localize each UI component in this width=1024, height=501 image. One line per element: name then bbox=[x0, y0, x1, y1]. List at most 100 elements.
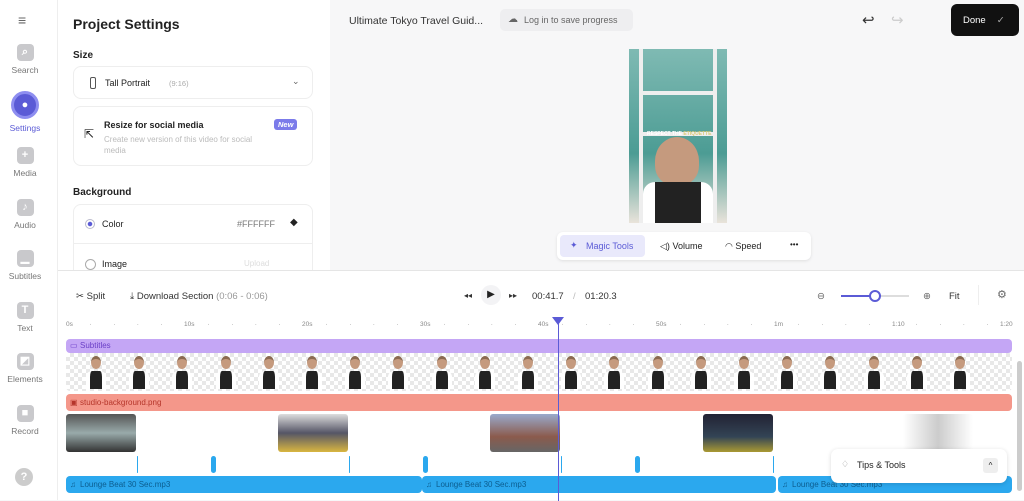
menu-icon[interactable]: ≡ bbox=[18, 12, 26, 28]
upload-button[interactable]: Upload bbox=[244, 259, 269, 268]
magic-tools-button[interactable]: ✦ Magic Tools bbox=[560, 235, 645, 257]
undo-icon[interactable]: ↩ bbox=[862, 11, 875, 29]
scrollbar[interactable] bbox=[1017, 361, 1022, 491]
keyframe-marker[interactable] bbox=[635, 456, 640, 473]
more-options-button[interactable]: ••• bbox=[790, 240, 798, 249]
presenter-frame bbox=[906, 353, 927, 390]
sidebar-item-subtitles[interactable]: ▁ Subtitles bbox=[0, 250, 50, 281]
presenter-frame bbox=[215, 353, 236, 390]
zoom-slider[interactable] bbox=[841, 290, 909, 302]
fit-button[interactable]: Fit bbox=[949, 291, 960, 302]
cloud-off-icon: ☁ bbox=[508, 14, 518, 25]
tips-tools-panel[interactable]: ♢ Tips & Tools ^ bbox=[831, 449, 1007, 483]
ruler-minor-tick: · bbox=[231, 321, 234, 328]
check-icon: ✓ bbox=[996, 15, 1005, 26]
chevron-up-icon[interactable]: ^ bbox=[983, 458, 998, 473]
keyframe-marker[interactable] bbox=[773, 456, 774, 473]
image-label: Image bbox=[102, 259, 128, 269]
presenter-frame bbox=[690, 353, 711, 390]
ruler-minor-tick: · bbox=[608, 321, 611, 328]
keyframe-marker[interactable] bbox=[137, 456, 138, 473]
keyframe-marker[interactable] bbox=[561, 456, 562, 473]
zoom-slider-handle[interactable] bbox=[869, 290, 881, 302]
settings-gear-icon[interactable]: ⚙ bbox=[997, 288, 1007, 301]
background-image-track[interactable]: ▣ studio-background.png bbox=[66, 394, 1012, 411]
sidebar: ≡ ⌕ Search ● Settings + Media ♪ Audio ▁ Subtitles… bbox=[0, 0, 58, 500]
download-section-button[interactable]: ⤓ Download Section (0:06 - 0:06) bbox=[130, 291, 268, 302]
sidebar-item-search[interactable]: ⌕ Search bbox=[0, 44, 50, 75]
play-button[interactable]: ▶ bbox=[481, 285, 501, 305]
ruler-tick-label: 1:20 bbox=[1000, 321, 1013, 328]
ruler-tick-label: 40s bbox=[538, 321, 549, 328]
music-note-icon: ♫ bbox=[70, 480, 76, 489]
ruler-minor-tick: · bbox=[278, 321, 281, 328]
project-title[interactable]: Ultimate Tokyo Travel Guid... bbox=[349, 15, 483, 27]
paint-bucket-icon[interactable]: ◆ bbox=[290, 217, 298, 228]
presenter-frame bbox=[518, 353, 538, 390]
resize-icon: ⇱ bbox=[84, 127, 95, 141]
presenter-frame bbox=[604, 353, 625, 390]
presenter-frame bbox=[863, 353, 884, 390]
redo-icon[interactable]: ↪ bbox=[891, 11, 904, 29]
rewind-button[interactable]: ◂◂ bbox=[464, 291, 472, 300]
sidebar-item-text[interactable]: T Text bbox=[0, 301, 50, 333]
speed-button[interactable]: ◠ Speed bbox=[725, 241, 761, 252]
sidebar-item-elements[interactable]: ◩ Elements bbox=[0, 353, 50, 384]
presenter-frame bbox=[388, 353, 409, 390]
audio-clip[interactable]: ♫ Lounge Beat 30 Sec.mp3 bbox=[66, 476, 422, 493]
size-ratio: (9:16) bbox=[169, 79, 189, 88]
playhead[interactable] bbox=[552, 317, 565, 501]
audio-clip-label: Lounge Beat 30 Sec.mp3 bbox=[436, 480, 527, 489]
zoom-out-icon[interactable]: ⊖ bbox=[817, 291, 825, 302]
size-label: Size bbox=[73, 50, 94, 61]
volume-button[interactable]: ◁) Volume bbox=[660, 241, 702, 252]
color-value[interactable]: #FFFFFF bbox=[237, 219, 275, 229]
keyframe-marker[interactable] bbox=[211, 456, 216, 473]
ruler-tick-label: 30s bbox=[420, 321, 431, 328]
elements-icon: ◩ bbox=[16, 353, 34, 370]
search-icon: ⌕ bbox=[16, 44, 34, 61]
sidebar-item-settings[interactable]: ● Settings bbox=[0, 91, 50, 133]
video-clip[interactable] bbox=[66, 414, 136, 452]
resize-social-card[interactable]: ⇱ Resize for social media Create new ver… bbox=[73, 106, 313, 166]
help-icon[interactable]: ? bbox=[15, 468, 33, 486]
video-clip[interactable] bbox=[278, 414, 348, 452]
presenter-frame bbox=[345, 353, 366, 390]
ruler-tick-label: 50s bbox=[656, 321, 667, 328]
presenter-frame bbox=[172, 353, 193, 390]
size-value: Tall Portrait bbox=[105, 78, 151, 88]
ruler-tick-label: 1:10 bbox=[892, 321, 905, 328]
size-dropdown[interactable]: Tall Portrait (9:16) ⌄ bbox=[73, 66, 313, 99]
audio-clip[interactable]: ♫ Lounge Beat 30 Sec.mp3 bbox=[422, 476, 776, 493]
split-button[interactable]: ✂ Split bbox=[76, 291, 105, 302]
subtitles-track[interactable]: ▭ Subtitles bbox=[66, 339, 1012, 353]
presenter-frame bbox=[950, 353, 970, 390]
sidebar-item-record[interactable]: ■ Record bbox=[0, 404, 50, 436]
panel-title: Project Settings bbox=[73, 16, 180, 32]
color-radio[interactable] bbox=[85, 219, 95, 229]
forward-button[interactable]: ▸▸ bbox=[509, 291, 517, 300]
video-clip[interactable] bbox=[703, 414, 773, 452]
presenter bbox=[655, 137, 699, 185]
ruler-minor-tick: · bbox=[514, 321, 517, 328]
sidebar-item-audio[interactable]: ♪ Audio bbox=[0, 198, 50, 230]
video-clip[interactable] bbox=[903, 414, 973, 452]
keyframe-marker[interactable] bbox=[349, 456, 350, 473]
login-button[interactable]: ☁ Log in to save progress bbox=[500, 9, 633, 31]
ruler-minor-tick: · bbox=[750, 321, 753, 328]
download-icon: ⤓ bbox=[130, 291, 135, 302]
video-clip[interactable] bbox=[490, 414, 560, 452]
presenter-frame bbox=[777, 353, 798, 390]
ruler-minor-tick: · bbox=[939, 321, 942, 328]
music-icon: ♪ bbox=[16, 198, 34, 216]
login-label: Log in to save progress bbox=[524, 15, 618, 25]
image-radio[interactable] bbox=[85, 259, 96, 270]
portrait-icon bbox=[90, 77, 96, 89]
keyframe-marker[interactable] bbox=[423, 456, 428, 473]
presenter-frame bbox=[302, 353, 322, 390]
zoom-in-icon[interactable]: ⊕ bbox=[923, 291, 931, 302]
video-preview[interactable]: RESPECT THE ETIQUETTE bbox=[629, 49, 727, 223]
sidebar-item-media[interactable]: + Media bbox=[0, 147, 50, 178]
ruler-minor-tick: · bbox=[372, 321, 375, 328]
done-button[interactable]: Done ✓ bbox=[951, 4, 1019, 36]
